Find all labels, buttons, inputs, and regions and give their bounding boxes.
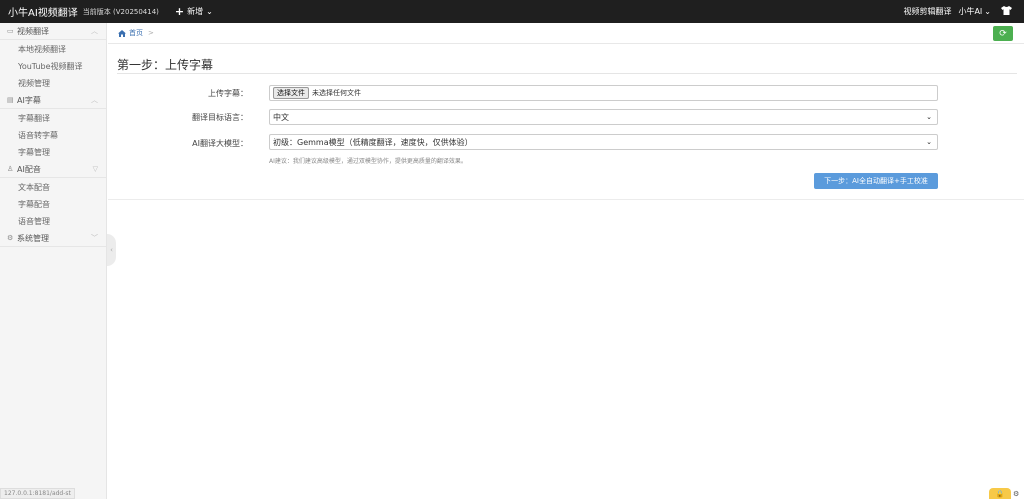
skin-shirt-icon[interactable] bbox=[1001, 6, 1012, 17]
main-content: 首页 > ⟳ 第一步：上传字幕 上传字幕： 选择文件 未选择任何文件 翻译目标语… bbox=[108, 23, 1024, 499]
corner-tool-icon[interactable]: ⚙ bbox=[1013, 490, 1024, 499]
sidebar-group-label: AI配音 bbox=[17, 164, 41, 174]
add-menu[interactable]: + 新增 ⌄ bbox=[175, 6, 213, 17]
next-step-button[interactable]: 下一步：AI全自动翻译+手工校准 bbox=[814, 173, 938, 189]
upload-label: 上传字幕： bbox=[208, 89, 248, 98]
video-icon: ▭ bbox=[7, 27, 14, 35]
form-divider bbox=[108, 199, 1024, 200]
target-language-select[interactable]: 中文 ⌄ bbox=[269, 109, 938, 125]
chevron-down-icon: ⌄ bbox=[926, 113, 932, 121]
page-title: 第一步：上传字幕 bbox=[117, 58, 214, 72]
subtitle-icon: ▤ bbox=[7, 96, 14, 104]
add-menu-label: 新增 bbox=[187, 7, 204, 16]
breadcrumb-separator: > bbox=[148, 29, 154, 37]
sidebar-item-youtube-video[interactable]: YouTube视频翻译 bbox=[0, 58, 106, 75]
sidebar-group-system-manage[interactable]: ⚙ 系统管理 ﹀ bbox=[0, 230, 106, 247]
breadcrumb-home-label: 首页 bbox=[129, 29, 143, 37]
chevron-down-icon: ⌄ bbox=[984, 7, 991, 16]
sidebar-group-video-translate[interactable]: ▭ 视频翻译 ︿ bbox=[0, 23, 106, 40]
sidebar-item-subtitle-translate[interactable]: 字幕翻译 bbox=[0, 110, 106, 127]
sidebar: ▭ 视频翻译 ︿ 本地视频翻译 YouTube视频翻译 视频管理 ▤ AI字幕 … bbox=[0, 23, 107, 499]
sidebar-group-ai-dubbing[interactable]: ♙ AI配音 ▽ bbox=[0, 161, 106, 178]
user-name: 小牛AI bbox=[958, 7, 983, 16]
status-url: 127.0.0.1:8181/add-st bbox=[0, 488, 75, 499]
sidebar-group-label: AI字幕 bbox=[17, 95, 41, 105]
chevron-up-icon: ︿ bbox=[91, 27, 98, 35]
sidebar-item-local-video[interactable]: 本地视频翻译 bbox=[0, 41, 106, 58]
sidebar-group-label: 视频翻译 bbox=[17, 26, 49, 36]
subtitle-file-input[interactable]: 选择文件 未选择任何文件 bbox=[269, 85, 938, 101]
title-divider bbox=[117, 73, 1017, 74]
person-icon: ♙ bbox=[7, 165, 14, 173]
user-menu[interactable]: 小牛AI ⌄ bbox=[958, 6, 991, 17]
model-hint: AI建议：我们建议高级模型，通过双模型协作，提供更高质量的翻译效果。 bbox=[269, 158, 467, 165]
breadcrumb-home[interactable]: 首页 bbox=[118, 28, 143, 38]
refresh-button[interactable]: ⟳ bbox=[993, 26, 1013, 41]
sidebar-group-label: 系统管理 bbox=[17, 233, 49, 243]
plus-icon: + bbox=[174, 5, 185, 18]
target-language-value: 中文 bbox=[273, 112, 289, 122]
ai-model-value: 初级：Gemma模型（低精度翻译，速度快，仅供体验） bbox=[273, 137, 473, 147]
ai-model-select[interactable]: 初级：Gemma模型（低精度翻译，速度快，仅供体验） ⌄ bbox=[269, 134, 938, 150]
floating-help-widget[interactable]: 🔒 bbox=[989, 488, 1011, 499]
version-label: 当前版本 (V20250414) bbox=[82, 7, 159, 16]
sidebar-item-text-dubbing[interactable]: 文本配音 bbox=[0, 179, 106, 196]
choose-file-button[interactable]: 选择文件 bbox=[273, 87, 309, 99]
chevron-up-icon: ︿ bbox=[91, 96, 98, 104]
chevron-down-icon: ⌄ bbox=[206, 7, 213, 16]
sidebar-item-speech-to-subtitle[interactable]: 语音转字幕 bbox=[0, 127, 106, 144]
video-edit-translate-link[interactable]: 视频剪辑翻译 bbox=[903, 6, 951, 17]
refresh-icon: ⟳ bbox=[999, 28, 1007, 39]
sidebar-item-subtitle-manage[interactable]: 字幕管理 bbox=[0, 144, 106, 161]
app-title[interactable]: 小牛AI视频翻译 bbox=[0, 4, 78, 19]
chevron-down-icon: ﹀ bbox=[91, 234, 98, 242]
filter-icon: ▽ bbox=[92, 165, 98, 173]
target-lang-label: 翻译目标语言： bbox=[192, 113, 248, 122]
lock-icon: 🔒 bbox=[995, 489, 1005, 498]
breadcrumb: 首页 > bbox=[108, 23, 1024, 44]
sidebar-item-subtitle-dubbing[interactable]: 字幕配音 bbox=[0, 196, 106, 213]
model-label: AI翻译大模型： bbox=[192, 139, 248, 148]
gear-icon: ⚙ bbox=[7, 234, 14, 242]
sidebar-item-voice-manage[interactable]: 语音管理 bbox=[0, 213, 106, 230]
sidebar-item-video-manage[interactable]: 视频管理 bbox=[0, 75, 106, 92]
sidebar-group-ai-subtitle[interactable]: ▤ AI字幕 ︿ bbox=[0, 92, 106, 109]
file-status: 未选择任何文件 bbox=[312, 89, 361, 97]
chevron-down-icon: ⌄ bbox=[926, 138, 932, 146]
top-navbar: 小牛AI视频翻译 当前版本 (V20250414) + 新增 ⌄ 视频剪辑翻译 … bbox=[0, 0, 1024, 23]
home-icon bbox=[118, 29, 126, 37]
